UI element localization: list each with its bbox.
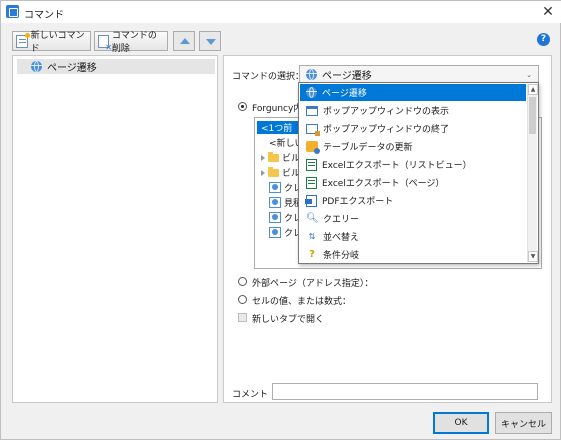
dropdown-item-label: Excelエクスポート（ページ） [322, 179, 445, 189]
dropdown-item-label: クエリー [323, 215, 360, 225]
excel-icon [306, 158, 317, 171]
app-icon [6, 5, 19, 18]
page-icon [269, 197, 281, 208]
close-button[interactable]: ✕ [540, 3, 556, 21]
radio-external-page-label: 外部ページ（アドレス指定）： [252, 279, 374, 289]
scrollbar-thumb[interactable] [529, 97, 536, 134]
new-command-label: 新しいコマンド [30, 31, 85, 54]
help-icon[interactable]: ? [537, 33, 550, 46]
dropdown-item-update-table[interactable]: テーブルデータの更新 [300, 138, 526, 155]
expand-icon [261, 154, 265, 161]
scroll-down-icon[interactable]: ▼ [528, 251, 538, 262]
delete-command-icon [98, 34, 112, 52]
dropdown-item-sort[interactable]: ⇅ 並べ替え [300, 228, 526, 245]
radio-cell-value[interactable] [238, 295, 247, 304]
folder-icon [268, 151, 279, 162]
window-title: コマンド [24, 10, 64, 21]
chevron-down-icon: ⌄ [526, 71, 532, 79]
title-bar: コマンド ✕ [1, 1, 561, 23]
question-icon: ? [309, 248, 315, 260]
radio-cell-value-label: セルの値、または数式： [252, 297, 352, 307]
open-new-tab-label: 新しいタブで開く [252, 315, 325, 325]
popup-close-icon [306, 123, 320, 136]
comment-label: コメント [232, 390, 269, 400]
dropdown-item-label: PDFエクスポート [322, 197, 394, 207]
dropdown-item-label: テーブルデータの更新 [323, 143, 413, 153]
page-icon [269, 182, 281, 193]
sort-icon: ⇅ [308, 231, 316, 241]
command-select[interactable]: ページ遷移 ⌄ [299, 65, 539, 83]
new-command-icon [16, 32, 30, 48]
tree-row-label: <1つ前 [261, 124, 293, 134]
search-icon: 🔍︎ [306, 212, 319, 224]
arrow-up-icon [180, 38, 190, 44]
open-new-tab-checkbox[interactable] [238, 313, 247, 322]
dropdown-item-page-transition[interactable]: ページ遷移 [300, 84, 526, 101]
globe-icon [306, 68, 317, 80]
dropdown-item-label: Excelエクスポート（リストビュー） [322, 161, 472, 171]
table-update-icon [306, 141, 320, 154]
page-icon [269, 212, 281, 223]
expand-icon [261, 169, 265, 176]
dropdown-item-label: 並べ替え [323, 233, 360, 243]
cancel-button[interactable]: キャンセル [495, 412, 552, 434]
command-list: ページ遷移 [12, 55, 218, 403]
move-down-button[interactable] [199, 31, 221, 51]
dropdown-item-excel-listview[interactable]: Excelエクスポート（リストビュー） [300, 156, 526, 173]
dropdown-item-excel-page[interactable]: Excelエクスポート（ページ） [300, 174, 526, 191]
popup-window-icon [306, 105, 318, 116]
scroll-up-icon[interactable]: ▲ [528, 84, 538, 95]
globe-icon [306, 87, 317, 98]
pdf-icon [305, 194, 317, 207]
dropdown-item-label: ページ遷移 [322, 89, 367, 99]
comment-input[interactable] [272, 383, 538, 400]
radio-external-page[interactable] [238, 277, 247, 286]
dropdown-item-condition[interactable]: ? 条件分岐 [300, 246, 526, 263]
radio-forguncy-page-label: Forguncy内 [252, 104, 303, 114]
page-icon [269, 227, 281, 238]
command-list-item-label: ページ遷移 [47, 63, 97, 74]
dropdown-item-label: 条件分岐 [323, 251, 360, 261]
dropdown-scrollbar[interactable]: ▲ ▼ [527, 84, 538, 262]
dropdown-item-close-popup[interactable]: ポップアップウィンドウの終了 [300, 120, 526, 137]
delete-command-button[interactable]: コマンドの削除 [94, 31, 168, 54]
excel-icon [306, 176, 317, 189]
command-dialog: コマンド ✕ 新しいコマンド コマンドの削除 ? ページ遷移 コマンドの選択： … [0, 0, 561, 440]
dropdown-item-show-popup[interactable]: ポップアップウィンドウの表示 [300, 102, 526, 119]
dropdown-item-label: ポップアップウィンドウの終了 [323, 125, 450, 135]
command-list-item[interactable]: ページ遷移 [17, 59, 215, 74]
move-up-button[interactable] [173, 31, 195, 51]
ok-button[interactable]: OK [433, 412, 489, 434]
command-select-value: ページ遷移 [322, 70, 372, 82]
dropdown-item-label: ポップアップウィンドウの表示 [323, 107, 450, 117]
dropdown-item-pdf-export[interactable]: PDFエクスポート [300, 192, 526, 209]
delete-command-label: コマンドの削除 [111, 31, 157, 54]
dropdown-item-query[interactable]: 🔍︎ クエリー [300, 210, 526, 227]
arrow-down-icon [206, 39, 216, 45]
command-select-label: コマンドの選択： [232, 72, 305, 82]
radio-forguncy-page[interactable] [238, 102, 247, 111]
globe-icon [31, 61, 42, 72]
new-command-button[interactable]: 新しいコマンド [12, 31, 91, 54]
command-dropdown-list: ページ遷移 ポップアップウィンドウの表示 ポップアップウィンドウの終了 テーブル… [298, 82, 539, 264]
folder-icon [268, 166, 279, 177]
